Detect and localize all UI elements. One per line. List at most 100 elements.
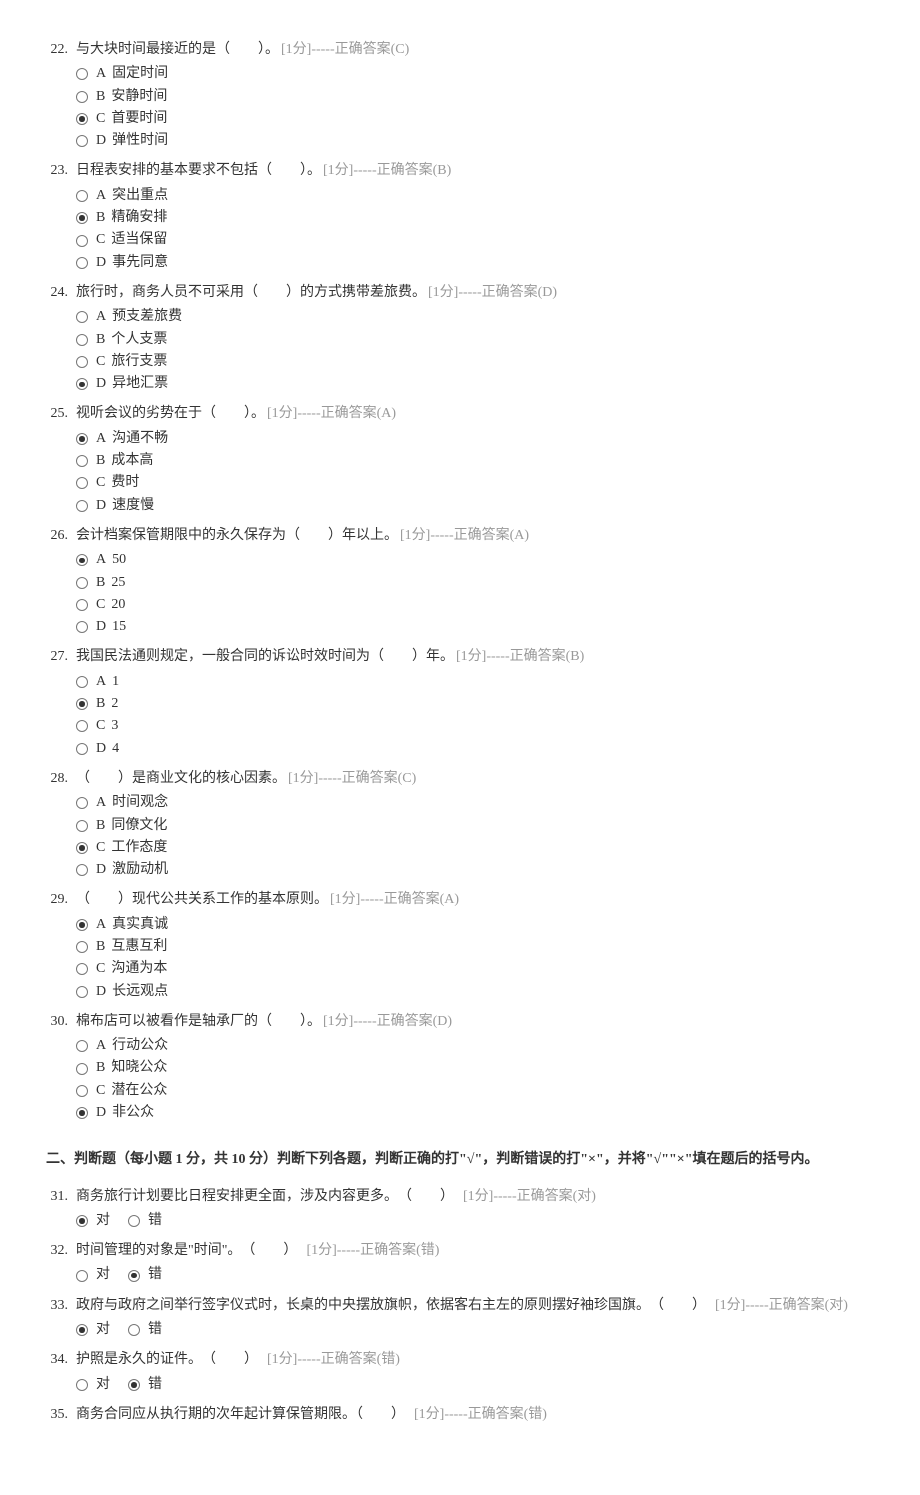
option-letter: C <box>96 716 105 736</box>
option-text: 事先同意 <box>112 253 168 273</box>
option-C[interactable]: C工作态度 <box>76 838 874 858</box>
tf-option-label: 错 <box>148 1265 162 1285</box>
option-D[interactable]: D速度慢 <box>76 496 874 516</box>
question-27: 27.我国民法通则规定，一般合同的诉讼时效时间为（ ）年。[1分]-----正确… <box>46 647 874 758</box>
option-A[interactable]: A50 <box>76 550 874 570</box>
option-text: 同僚文化 <box>111 816 167 836</box>
tf-option-f[interactable]: 错 <box>128 1320 162 1340</box>
tf-option-t[interactable]: 对 <box>76 1320 110 1340</box>
question-stem: 商务旅行计划要比日程安排更全面，涉及内容更多。 （ ） <box>76 1189 461 1204</box>
question-score: [1分]-----正确答案(错) <box>267 1352 400 1367</box>
tf-option-label: 对 <box>96 1265 110 1285</box>
option-A[interactable]: A1 <box>76 672 874 692</box>
radio-icon <box>76 378 88 390</box>
radio-icon <box>76 864 88 876</box>
option-text: 固定时间 <box>112 64 168 84</box>
option-A[interactable]: A突出重点 <box>76 186 874 206</box>
option-D[interactable]: D异地汇票 <box>76 374 874 394</box>
tf-option-f[interactable]: 错 <box>128 1265 162 1285</box>
option-A[interactable]: A真实真诚 <box>76 915 874 935</box>
option-A[interactable]: A时间观念 <box>76 793 874 813</box>
question-number: 31. <box>46 1187 76 1207</box>
radio-icon <box>76 919 88 931</box>
option-C[interactable]: C首要时间 <box>76 109 874 129</box>
radio-icon <box>76 577 88 589</box>
option-D[interactable]: D 弹性时间 <box>76 131 874 151</box>
option-D[interactable]: D激励动机 <box>76 860 874 880</box>
option-letter: D <box>96 739 106 759</box>
question-22: 22.与大块时间最接近的是（ ）。[1分]-----正确答案(C)A固定时间B安… <box>46 40 874 151</box>
tf-question-33: 33.政府与政府之间举行签字仪式时，长桌的中央摆放旗帜，依据客右主左的原则摆好袖… <box>46 1296 874 1341</box>
question-score: [1分]-----正确答案(A) <box>400 528 529 543</box>
option-A[interactable]: A预支差旅费 <box>76 307 874 327</box>
option-C[interactable]: C费时 <box>76 473 874 493</box>
option-letter: B <box>96 573 105 593</box>
radio-icon <box>76 621 88 633</box>
tf-option-t[interactable]: 对 <box>76 1375 110 1395</box>
option-letter: C <box>96 352 105 372</box>
option-C[interactable]: C潜在公众 <box>76 1081 874 1101</box>
option-text: 2 <box>111 694 118 714</box>
question-28: 28.（ ）是商业文化的核心因素。[1分]-----正确答案(C)A时间观念B同… <box>46 769 874 880</box>
option-letter: B <box>96 816 105 836</box>
question-score: [1分]-----正确答案(错) <box>306 1243 439 1258</box>
question-30: 30.棉布店可以被看作是轴承厂的（ ）。[1分]-----正确答案(D)A行动公… <box>46 1012 874 1123</box>
option-A[interactable]: A固定时间 <box>76 64 874 84</box>
option-letter: A <box>96 1036 106 1056</box>
option-B[interactable]: B成本高 <box>76 451 874 471</box>
option-C[interactable]: C沟通为本 <box>76 959 874 979</box>
option-letter: D <box>96 982 106 1002</box>
option-letter: B <box>96 694 105 714</box>
question-number: 34. <box>46 1350 76 1370</box>
option-C[interactable]: C适当保留 <box>76 230 874 250</box>
question-number: 25. <box>46 404 76 424</box>
option-D[interactable]: D4 <box>76 739 874 759</box>
option-B[interactable]: B知晓公众 <box>76 1058 874 1078</box>
option-B[interactable]: B25 <box>76 573 874 593</box>
option-B[interactable]: B 同僚文化 <box>76 816 874 836</box>
option-B[interactable]: B安静时间 <box>76 87 874 107</box>
tf-option-f[interactable]: 错 <box>128 1375 162 1395</box>
option-B[interactable]: B互惠互利 <box>76 937 874 957</box>
tf-option-f[interactable]: 错 <box>128 1211 162 1231</box>
option-letter: C <box>96 230 105 250</box>
radio-icon <box>76 455 88 467</box>
radio-icon <box>76 963 88 975</box>
option-text: 弹性时间 <box>112 131 168 151</box>
option-D[interactable]: D15 <box>76 617 874 637</box>
option-B[interactable]: B精确安排 <box>76 208 874 228</box>
radio-icon <box>76 1379 88 1391</box>
option-C[interactable]: C20 <box>76 595 874 615</box>
tf-option-t[interactable]: 对 <box>76 1211 110 1231</box>
radio-icon <box>76 68 88 80</box>
question-stem: 旅行时，商务人员不可采用（ ）的方式携带差旅费。 <box>76 285 426 300</box>
option-text: 工作态度 <box>111 838 167 858</box>
question-stem: 棉布店可以被看作是轴承厂的（ ）。 <box>76 1014 321 1029</box>
section-2-title: 二、判断题（每小题 1 分，共 10 分）判断下列各题，判断正确的打"√"，判断… <box>46 1147 874 1172</box>
option-letter: B <box>96 208 105 228</box>
option-C[interactable]: C3 <box>76 716 874 736</box>
question-number: 29. <box>46 890 76 910</box>
question-stem: 护照是永久的证件。 （ ） <box>76 1352 265 1367</box>
radio-icon <box>76 311 88 323</box>
tf-option-t[interactable]: 对 <box>76 1265 110 1285</box>
option-D[interactable]: D 事先同意 <box>76 253 874 273</box>
option-B[interactable]: B2 <box>76 694 874 714</box>
option-letter: B <box>96 937 105 957</box>
option-D[interactable]: D长远观点 <box>76 982 874 1002</box>
tf-option-label: 对 <box>96 1211 110 1231</box>
tf-option-label: 错 <box>148 1211 162 1231</box>
option-letter: D <box>96 860 106 880</box>
option-C[interactable]: C旅行支票 <box>76 352 874 372</box>
option-D[interactable]: D非公众 <box>76 1103 874 1123</box>
option-A[interactable]: A沟通不畅 <box>76 429 874 449</box>
option-text: 时间观念 <box>112 793 168 813</box>
option-B[interactable]: B个人支票 <box>76 330 874 350</box>
option-letter: D <box>96 131 106 151</box>
radio-icon <box>76 1063 88 1075</box>
option-A[interactable]: A行动公众 <box>76 1036 874 1056</box>
option-text: 4 <box>112 739 119 759</box>
question-score: [1分]-----正确答案(D) <box>323 1014 452 1029</box>
option-letter: D <box>96 253 106 273</box>
option-text: 非公众 <box>112 1103 154 1123</box>
